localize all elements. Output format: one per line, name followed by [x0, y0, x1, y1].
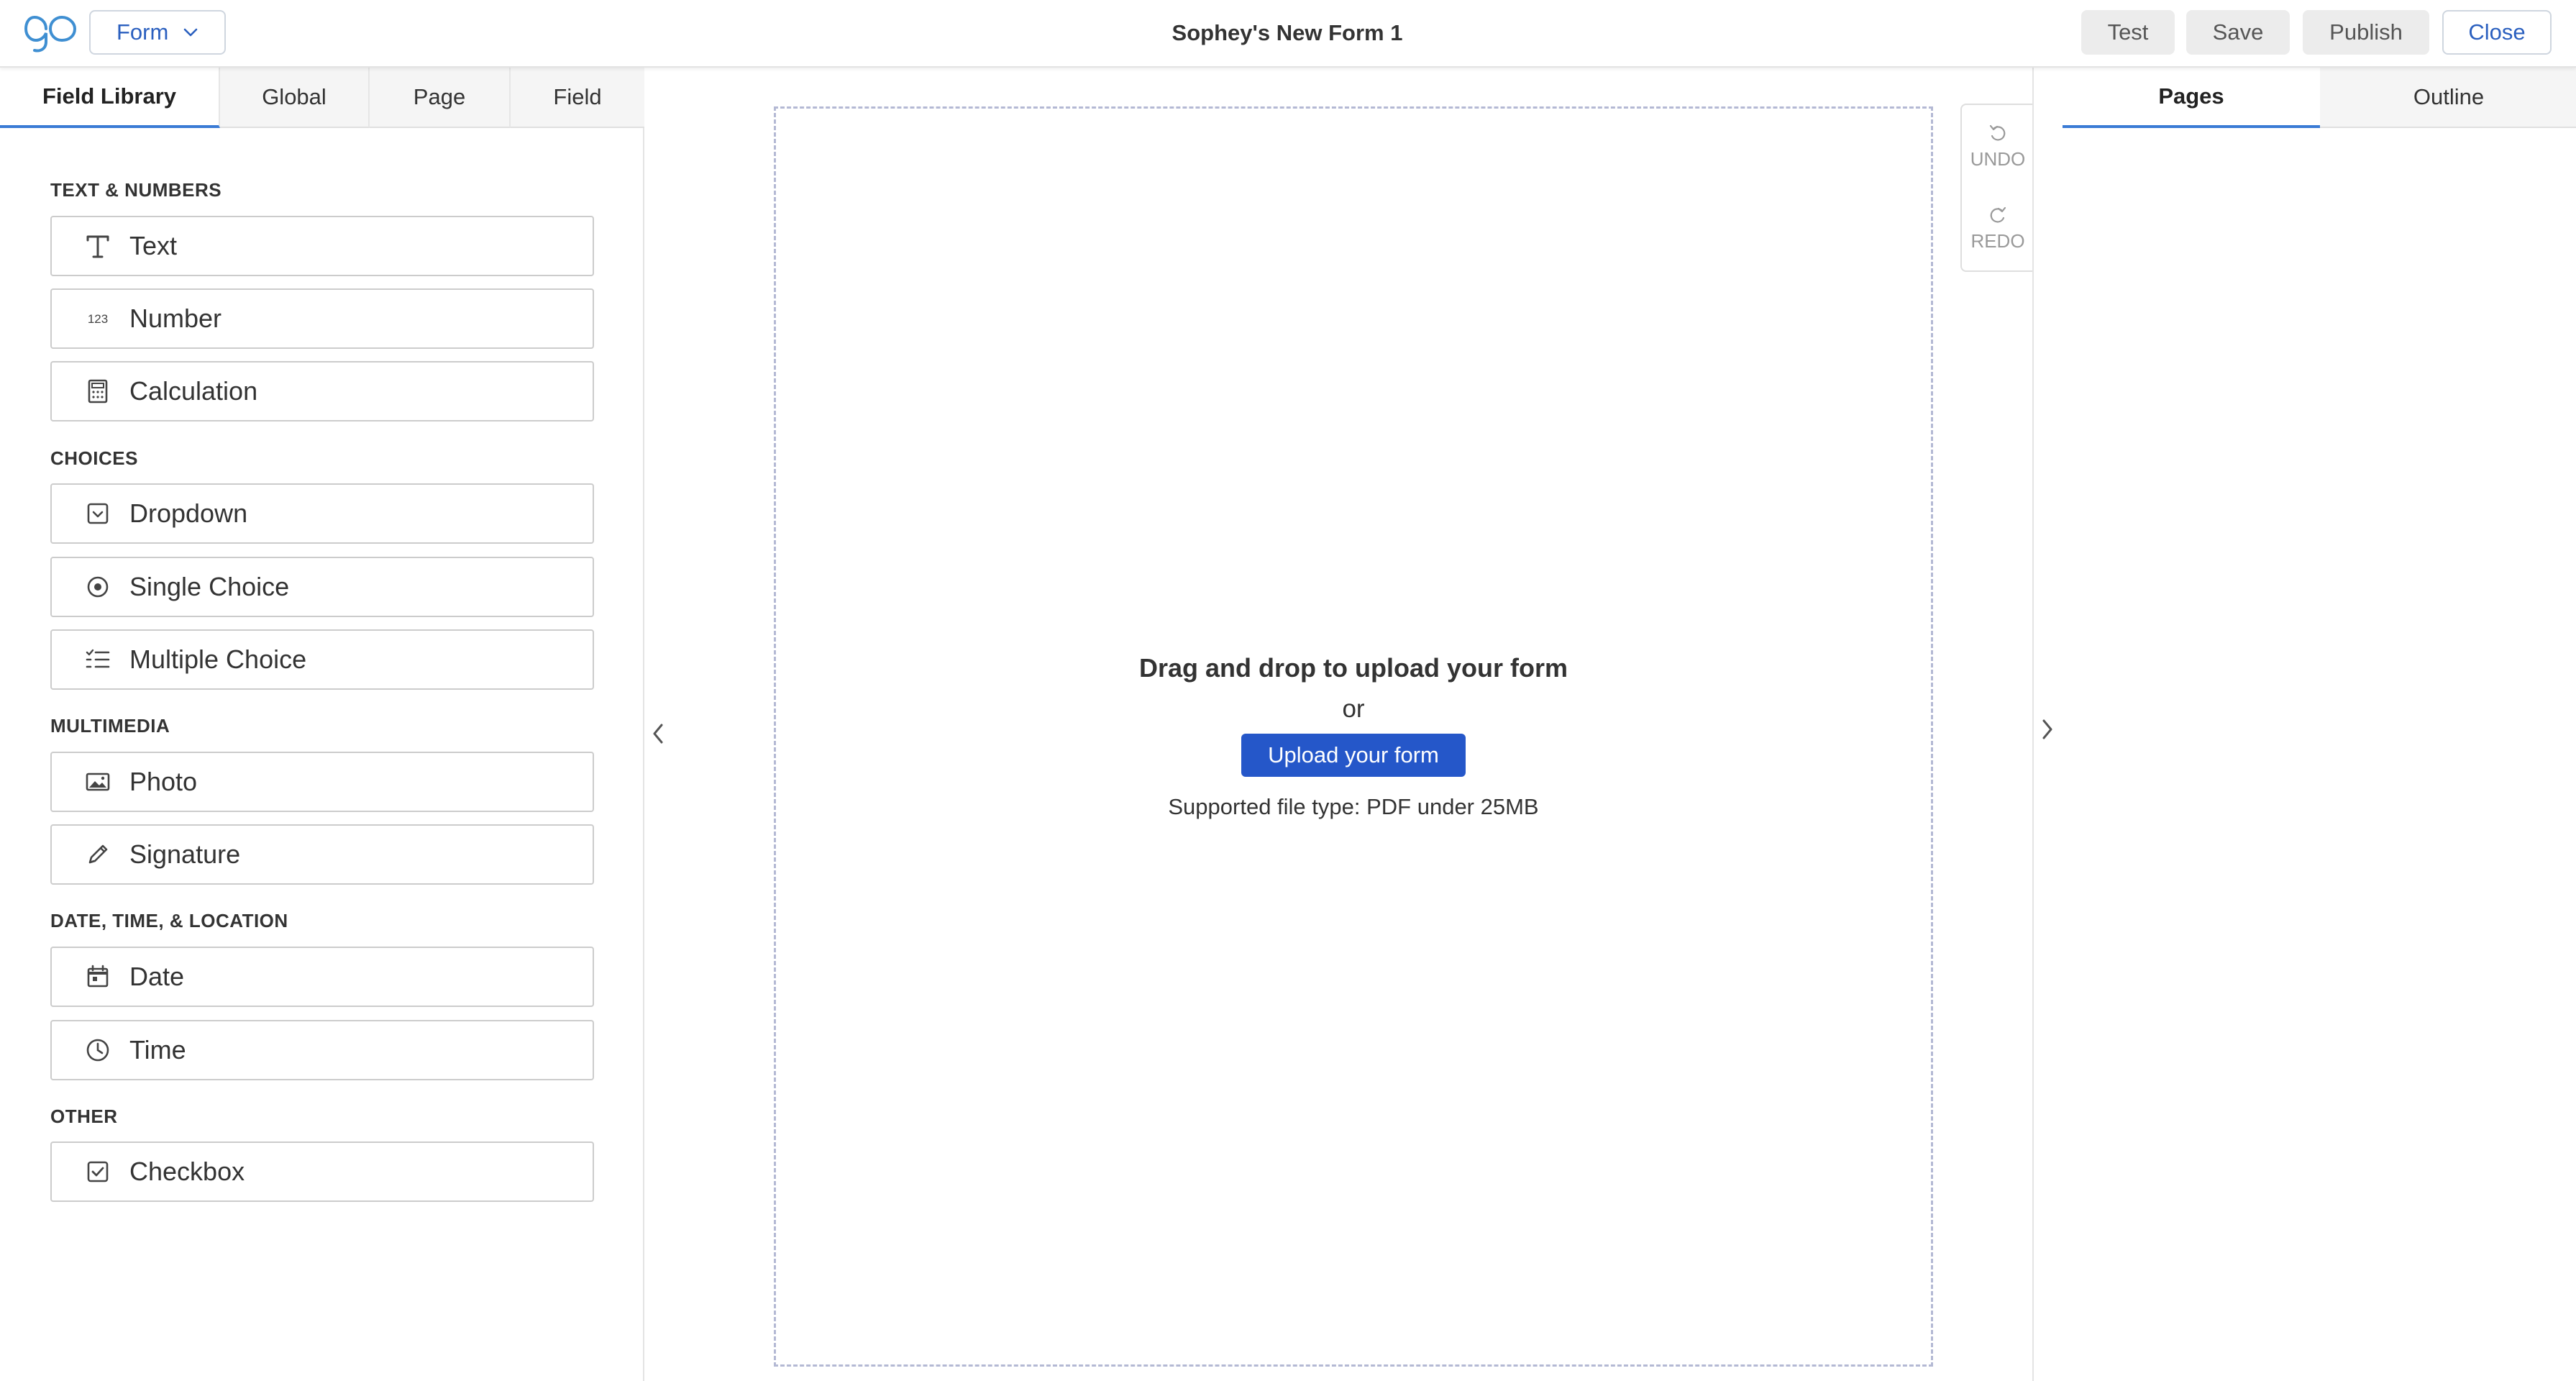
field-item-photo[interactable]: Photo: [50, 752, 594, 812]
tab-pages[interactable]: Pages: [2063, 68, 2320, 128]
test-button[interactable]: Test: [2081, 10, 2175, 55]
field-item-label: Calculation: [129, 376, 258, 406]
field-item-label: Text: [129, 231, 178, 260]
redo-label: REDO: [1970, 230, 2025, 252]
field-item-label: Dropdown: [129, 498, 248, 528]
undo-label: UNDO: [1970, 148, 2026, 170]
svg-text:123: 123: [88, 312, 108, 326]
clock-icon: [83, 1036, 112, 1065]
upload-form-button[interactable]: Upload your form: [1241, 734, 1466, 777]
field-item-label: Checkbox: [129, 1157, 245, 1186]
publish-button[interactable]: Publish: [2303, 10, 2429, 55]
tab-field-library[interactable]: Field Library: [0, 68, 220, 128]
tab-outline[interactable]: Outline: [2320, 68, 2576, 128]
left-panel-tabs: Field Library Global Page Field: [0, 68, 644, 128]
field-item-signature[interactable]: Signature: [50, 824, 594, 885]
redo-button[interactable]: REDO: [1962, 204, 2034, 252]
checkbox-icon: [83, 1157, 112, 1186]
mode-dropdown-label: Form: [117, 19, 169, 45]
right-panel-tabs: Pages Outline: [2063, 68, 2576, 128]
collapse-left-panel-button[interactable]: [644, 712, 673, 755]
field-item-label: Date: [129, 962, 185, 991]
field-item-label: Photo: [129, 767, 198, 796]
field-item-multiple-choice[interactable]: Multiple Choice: [50, 629, 594, 690]
dropzone-or-text: or: [1342, 695, 1365, 723]
field-item-dropdown[interactable]: Dropdown: [50, 483, 594, 544]
section-label-text-numbers: TEXT & NUMBERS: [50, 179, 222, 201]
field-item-label: Number: [129, 304, 222, 333]
dropzone-title: Drag and drop to upload your form: [1139, 653, 1568, 683]
number-icon: 123: [83, 304, 112, 333]
photo-icon: [83, 767, 112, 796]
tab-global[interactable]: Global: [220, 68, 370, 128]
radio-icon: [83, 573, 112, 601]
mode-dropdown[interactable]: Form: [89, 10, 226, 55]
checklist-icon: [83, 645, 112, 674]
save-button[interactable]: Save: [2186, 10, 2290, 55]
tab-page[interactable]: Page: [370, 68, 511, 128]
chevron-left-icon: [653, 724, 663, 744]
right-panel: Pages Outline: [2032, 68, 2576, 1381]
redo-icon: [1990, 206, 2006, 223]
forms-logo-icon[interactable]: [24, 13, 76, 55]
field-item-number[interactable]: 123 Number: [50, 288, 594, 349]
calendar-icon: [83, 962, 112, 991]
field-item-calculation[interactable]: Calculation: [50, 361, 594, 421]
collapse-right-panel-button[interactable]: [2032, 708, 2061, 751]
supported-file-note: Supported file type: PDF under 25MB: [1168, 794, 1539, 819]
undo-redo-panel: UNDO REDO: [1960, 104, 2032, 272]
page-title: Sophey's New Form 1: [1171, 20, 1403, 45]
section-label-date-time-location: DATE, TIME, & LOCATION: [50, 910, 288, 931]
field-item-label: Signature: [129, 839, 241, 869]
field-item-date[interactable]: Date: [50, 947, 594, 1007]
field-item-text[interactable]: Text: [50, 216, 594, 276]
left-panel: Field Library Global Page Field TEXT & N…: [0, 68, 644, 1381]
text-icon: [83, 232, 112, 260]
field-item-single-choice[interactable]: Single Choice: [50, 557, 594, 617]
field-item-checkbox[interactable]: Checkbox: [50, 1141, 594, 1202]
section-label-choices: CHOICES: [50, 447, 138, 469]
pen-icon: [83, 840, 112, 869]
tab-field[interactable]: Field: [511, 68, 644, 128]
field-item-label: Multiple Choice: [129, 644, 307, 674]
top-bar: Form Sophey's New Form 1 Test Save Publi…: [0, 0, 2576, 68]
section-label-multimedia: MULTIMEDIA: [50, 715, 170, 737]
dropdown-icon: [83, 499, 112, 528]
chevron-down-icon: [183, 28, 198, 37]
chevron-right-icon: [2042, 719, 2052, 739]
section-label-other: OTHER: [50, 1106, 118, 1127]
field-item-label: Time: [129, 1035, 186, 1065]
calculator-icon: [83, 377, 112, 406]
undo-button[interactable]: UNDO: [1962, 122, 2034, 170]
field-item-time[interactable]: Time: [50, 1020, 594, 1080]
field-item-label: Single Choice: [129, 572, 290, 601]
close-button[interactable]: Close: [2442, 10, 2552, 55]
undo-icon: [1989, 124, 2006, 141]
